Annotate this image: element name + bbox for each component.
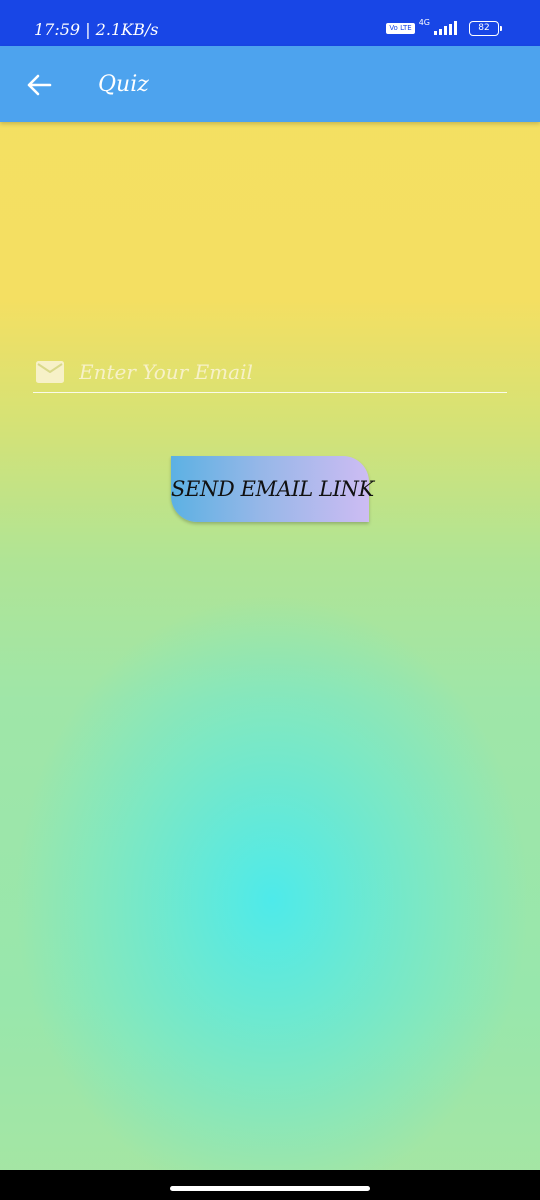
status-indicators: Vo LTE 4G 82: [386, 18, 502, 38]
status-time: 17:59 | 2.1KB/s: [34, 20, 159, 39]
arrow-left-icon: [27, 74, 52, 96]
page-title: Quiz: [98, 72, 149, 97]
home-indicator[interactable]: [170, 1186, 370, 1191]
back-button[interactable]: [18, 64, 60, 106]
email-input[interactable]: [79, 356, 499, 388]
volte-badge: Vo LTE: [386, 22, 415, 34]
email-field[interactable]: [33, 352, 507, 393]
screen: 17:59 | 2.1KB/s Vo LTE 4G 82 Quiz Enter …: [0, 0, 540, 1200]
app-bar: Quiz: [0, 46, 540, 122]
battery-icon: 82: [469, 20, 502, 36]
signal-icon: [434, 21, 457, 35]
mail-icon: [36, 361, 64, 383]
navigation-bar: [0, 1170, 540, 1200]
send-email-link-button[interactable]: SEND EMAIL LINK: [171, 456, 374, 522]
battery-level: 82: [469, 20, 499, 36]
status-bar: 17:59 | 2.1KB/s Vo LTE 4G 82: [0, 0, 540, 46]
network-type: 4G: [418, 17, 430, 27]
